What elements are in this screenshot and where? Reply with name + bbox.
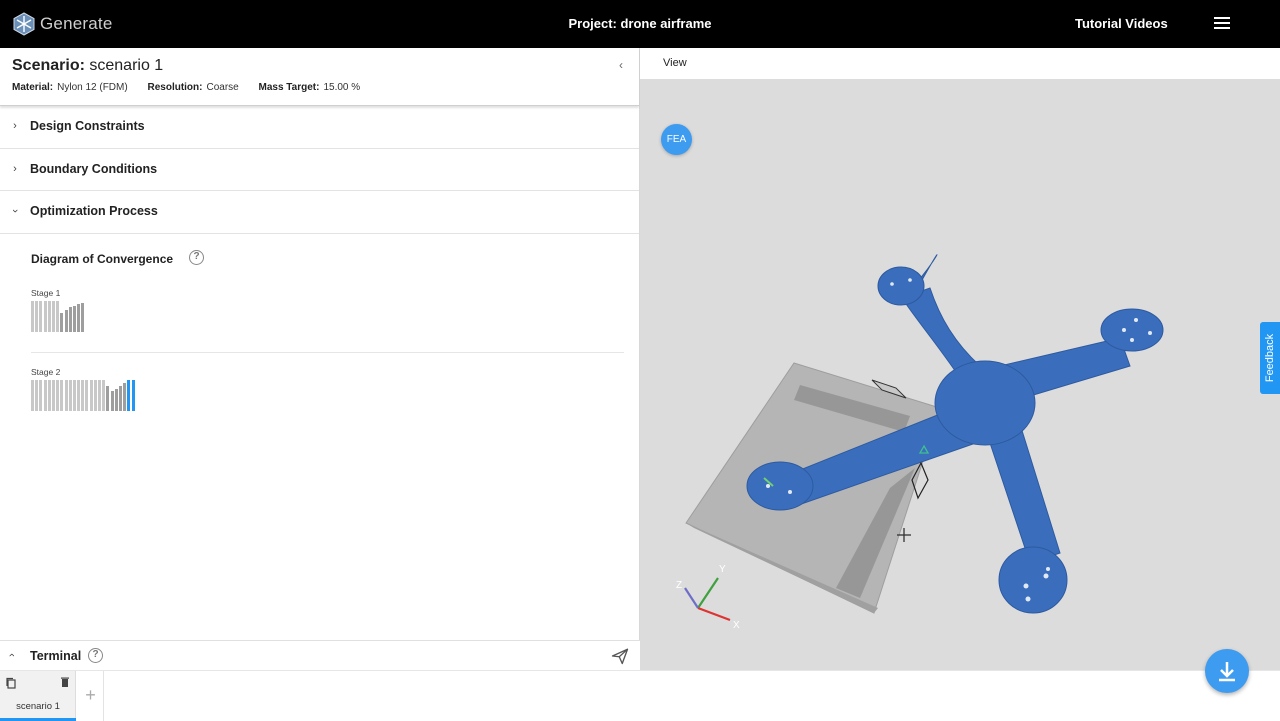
convergence-bar: [123, 382, 127, 411]
convergence-bar: [102, 379, 106, 411]
copy-icon[interactable]: [5, 677, 17, 689]
convergence-bar: [72, 379, 76, 411]
axis-x-label: X: [733, 620, 740, 631]
fea-button[interactable]: FEA: [661, 124, 692, 155]
convergence-bar: [60, 312, 64, 332]
view-toolbar: View: [640, 48, 1280, 79]
scenario-tabs: scenario 1 +: [0, 670, 1280, 721]
resolution-label: Resolution:: [147, 82, 203, 93]
resolution-value: Coarse: [206, 82, 239, 93]
top-bar: Generate Project: drone airframe Tutoria…: [0, 0, 1280, 48]
axis-z-label: Z: [676, 580, 682, 591]
convergence-bar: [106, 385, 110, 411]
help-icon[interactable]: ?: [88, 648, 103, 663]
convergence-title: Diagram of Convergence: [31, 251, 174, 266]
convergence-bar: [77, 303, 81, 332]
app-logo[interactable]: Generate: [12, 11, 112, 37]
convergence-bar: [51, 379, 55, 411]
convergence-bar: [118, 385, 122, 411]
section-label: Design Constraints: [30, 119, 145, 133]
convergence-bar: [39, 300, 43, 332]
convergence-bar: [93, 379, 97, 411]
feedback-tab[interactable]: Feedback: [1260, 322, 1280, 394]
section-design-constraints[interactable]: › Design Constraints: [0, 106, 639, 149]
feedback-label: Feedback: [1264, 333, 1276, 383]
axis-y-label: Y: [719, 564, 726, 575]
convergence-bar: [60, 379, 64, 411]
convergence-bar: [127, 379, 131, 411]
stage-2-chart: [31, 379, 136, 411]
section-label: Optimization Process: [30, 204, 158, 218]
chevron-right-icon: ›: [13, 120, 17, 132]
chevron-up-icon: ›: [5, 653, 18, 657]
convergence-bar: [98, 379, 101, 411]
convergence-bar: [81, 302, 85, 332]
convergence-bar: [35, 379, 39, 411]
scenario-meta: Material: Nylon 12 (FDM) Resolution: Coars…: [12, 82, 377, 93]
mass-target-label: Mass Target:: [258, 82, 320, 93]
convergence-bar: [77, 379, 81, 411]
generate-logo-icon: [13, 12, 35, 36]
stage-label: Stage 1: [31, 287, 61, 298]
convergence-bar: [31, 379, 34, 411]
material-value: Nylon 12 (FDM): [57, 82, 128, 93]
convergence-bar: [56, 300, 60, 332]
3d-viewport[interactable]: Y X Z View FEA Feedback: [640, 48, 1280, 670]
tutorial-videos-link[interactable]: Tutorial Videos: [1075, 16, 1168, 31]
help-icon[interactable]: ?: [189, 249, 204, 265]
convergence-bar: [89, 379, 93, 411]
app-name: Generate: [40, 14, 113, 33]
section-label: Boundary Conditions: [30, 161, 158, 176]
convergence-bar: [43, 300, 47, 332]
tab-scenario-1[interactable]: scenario 1: [0, 671, 76, 721]
convergence-bar: [47, 300, 51, 332]
chevron-left-icon[interactable]: ‹: [619, 58, 623, 72]
convergence-bar: [35, 300, 39, 332]
terminal-label: Terminal: [30, 649, 82, 663]
divider: [31, 351, 624, 353]
convergence-bar: [72, 305, 76, 332]
convergence-bar: [85, 379, 89, 411]
stage-label: Stage 2: [31, 366, 61, 377]
scenario-header: Scenario: scenario 1 Material: Nylon 12 (…: [0, 48, 639, 106]
scenario-name: scenario 1: [89, 57, 164, 74]
plus-icon[interactable]: +: [78, 671, 104, 721]
scenario-title: Scenario: scenario 1: [12, 57, 163, 75]
convergence-bar: [64, 309, 68, 332]
convergence-bar: [110, 390, 114, 411]
material-label: Material:: [12, 82, 54, 93]
model-scene[interactable]: Y X Z: [640, 48, 1280, 670]
convergence-bar: [56, 379, 60, 411]
convergence-bar: [131, 379, 135, 411]
section-boundary-conditions[interactable]: › Boundary Conditions: [0, 149, 639, 191]
section-optimization-process[interactable]: › Optimization Process: [0, 191, 639, 234]
convergence-bar: [51, 300, 55, 332]
chevron-down-icon: ›: [9, 209, 21, 213]
convergence-bar: [43, 379, 47, 411]
trash-icon[interactable]: [59, 676, 71, 688]
chevron-right-icon: ›: [13, 162, 17, 175]
mass-target-value: 15.00 %: [323, 82, 361, 93]
convergence-bar: [68, 379, 72, 411]
view-menu[interactable]: View: [663, 57, 687, 69]
download-button[interactable]: [1205, 649, 1249, 693]
download-icon: [1219, 662, 1235, 682]
convergence-bar: [114, 388, 118, 411]
terminal-bar[interactable]: › Terminal ?: [0, 640, 640, 670]
convergence-bar: [81, 379, 85, 411]
menu-icon[interactable]: [1214, 17, 1230, 31]
scenario-panel: Scenario: scenario 1 Material: Nylon 12 (…: [0, 48, 640, 640]
convergence-bar: [39, 379, 43, 411]
convergence-bar: [47, 379, 51, 411]
convergence-panel: Diagram of Convergence ? Stage 1 Stage 2: [0, 234, 639, 634]
convergence-bar: [64, 379, 68, 411]
tab-label: scenario 1: [16, 701, 60, 712]
stage-1-chart: [31, 300, 85, 332]
convergence-bar: [68, 306, 72, 332]
axis-gizmo: Y X Z: [676, 564, 740, 631]
scenario-title-prefix: Scenario:: [12, 57, 85, 74]
convergence-bar: [31, 300, 34, 332]
send-icon[interactable]: [611, 647, 629, 665]
